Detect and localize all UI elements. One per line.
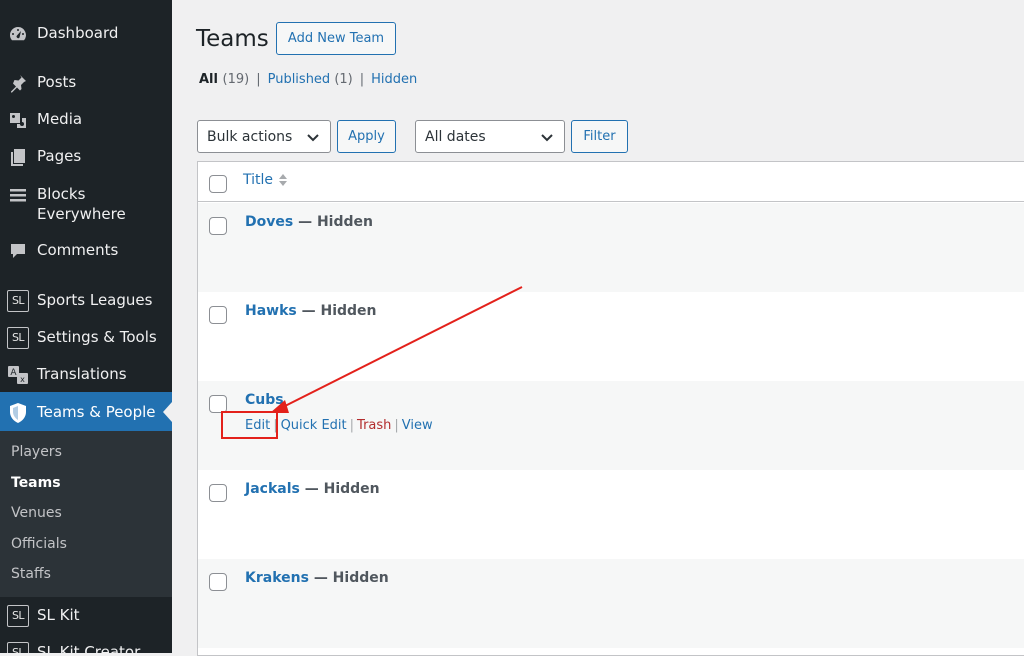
row-title: Doves — Hidden <box>245 214 373 230</box>
dashboard-icon <box>7 23 29 45</box>
row-checkbox[interactable] <box>209 306 227 324</box>
chevron-down-icon <box>306 130 320 148</box>
pages-icon <box>7 146 29 168</box>
bulk-actions-select[interactable]: Bulk actions <box>197 120 331 153</box>
post-state: — Hidden <box>304 481 380 497</box>
table-row: Cubs Edit | Quick Edit | Trash | View <box>198 381 1024 470</box>
menu-label: SL Kit Creator <box>37 643 141 653</box>
row-actions: Edit | Quick Edit | Trash | View <box>245 418 433 433</box>
pushpin-icon <box>7 72 29 94</box>
dates-select[interactable]: All dates <box>415 120 565 153</box>
row-title: Hawks — Hidden <box>245 303 377 319</box>
post-state: — Hidden <box>298 214 373 230</box>
submenu-officials[interactable]: Officials <box>11 536 67 552</box>
row-checkbox[interactable] <box>209 573 227 591</box>
shield-icon <box>7 402 29 424</box>
table-row: Krakens — Hidden <box>198 559 1024 648</box>
menu-lines-icon <box>7 184 29 206</box>
submenu-teams[interactable]: Teams <box>11 475 61 491</box>
add-new-team-button[interactable]: Add New Team <box>276 22 396 55</box>
admin-sidebar: Dashboard Posts Media Pages Blocks Every… <box>0 0 172 653</box>
team-link[interactable]: Jackals <box>245 481 300 497</box>
menu-label: Comments <box>37 241 119 259</box>
sl-icon: SL <box>7 642 29 653</box>
teams-people-submenu: Players Teams Venues Officials Staffs <box>0 431 172 597</box>
sl-icon: SL <box>7 327 29 349</box>
menu-media[interactable]: Media <box>0 109 172 131</box>
view-filters: All (19) | Published (1) | Hidden <box>199 72 417 87</box>
submenu-venues[interactable]: Venues <box>11 505 62 521</box>
bulk-actions-value: Bulk actions <box>207 128 293 145</box>
translate-icon: Ax <box>7 364 29 386</box>
post-state: — Hidden <box>301 303 377 319</box>
menu-label: SL Kit <box>37 606 80 624</box>
quick-edit-link[interactable]: Quick Edit <box>281 418 347 433</box>
svg-text:x: x <box>20 375 25 384</box>
view-link[interactable]: View <box>402 418 433 433</box>
select-all-checkbox[interactable] <box>209 175 227 193</box>
post-state: — Hidden <box>313 570 389 586</box>
trash-link[interactable]: Trash <box>357 418 391 433</box>
view-all[interactable]: All (19) <box>199 72 249 87</box>
svg-text:A: A <box>10 368 17 378</box>
row-title: Krakens — Hidden <box>245 570 389 586</box>
menu-dashboard[interactable]: Dashboard <box>0 23 172 45</box>
menu-comments[interactable]: Comments <box>0 240 172 262</box>
table-header: Title <box>198 162 1024 202</box>
menu-label: Translations <box>37 365 127 383</box>
main-content: Teams Add New Team All (19) | Published … <box>172 0 1024 656</box>
menu-teams-people[interactable]: Teams & People <box>0 392 172 431</box>
dates-value: All dates <box>425 128 486 145</box>
edit-link[interactable]: Edit <box>245 418 270 433</box>
menu-settings-tools[interactable]: SL Settings & Tools <box>0 327 172 349</box>
team-link[interactable]: Doves <box>245 214 293 230</box>
table-row: Hawks — Hidden <box>198 292 1024 381</box>
chevron-down-icon <box>540 130 554 148</box>
row-checkbox[interactable] <box>209 484 227 502</box>
view-hidden[interactable]: Hidden <box>371 72 417 87</box>
menu-label: Settings & Tools <box>37 328 157 346</box>
menu-label: Pages <box>37 147 82 165</box>
row-checkbox[interactable] <box>209 395 227 413</box>
page-title: Teams <box>196 26 269 52</box>
menu-label: Blocks Everywhere <box>37 185 126 223</box>
menu-label: Dashboard <box>37 24 119 42</box>
team-link[interactable]: Cubs <box>245 392 284 408</box>
teams-table: Title Doves — Hidden Hawks — Hidden Cubs <box>197 161 1024 656</box>
apply-button[interactable]: Apply <box>337 120 396 153</box>
separator: | <box>256 72 261 87</box>
menu-label: Posts <box>37 73 77 91</box>
menu-label: Teams & People <box>37 403 156 421</box>
menu-sports-leagues[interactable]: SL Sports Leagues <box>0 290 172 312</box>
comment-icon <box>7 240 29 262</box>
menu-translations[interactable]: Ax Translations <box>0 364 172 386</box>
menu-label: Media <box>37 110 83 128</box>
column-title-label: Title <box>243 172 274 188</box>
menu-sl-kit[interactable]: SL SL Kit <box>0 605 172 627</box>
table-row: Doves — Hidden <box>198 203 1024 292</box>
media-icon <box>7 109 29 131</box>
view-published[interactable]: Published (1) <box>268 72 353 87</box>
menu-posts[interactable]: Posts <box>0 72 172 94</box>
submenu-staffs[interactable]: Staffs <box>11 566 51 582</box>
separator: | <box>359 72 365 87</box>
submenu-players[interactable]: Players <box>11 444 62 460</box>
team-link[interactable]: Hawks <box>245 303 297 319</box>
menu-blocks-everywhere[interactable]: Blocks Everywhere <box>0 184 172 226</box>
menu-label: Sports Leagues <box>37 291 153 309</box>
menu-sl-kit-creator[interactable]: SL SL Kit Creator <box>0 642 172 653</box>
table-row: Jackals — Hidden <box>198 470 1024 559</box>
menu-pages[interactable]: Pages <box>0 146 172 168</box>
sl-icon: SL <box>7 605 29 627</box>
filter-button[interactable]: Filter <box>571 120 628 153</box>
sl-icon: SL <box>7 290 29 312</box>
team-link[interactable]: Krakens <box>245 570 309 586</box>
title-column-sort[interactable]: Title <box>243 172 288 188</box>
row-title: Cubs <box>245 392 284 408</box>
row-title: Jackals — Hidden <box>245 481 380 497</box>
sort-icon <box>279 174 288 186</box>
row-checkbox[interactable] <box>209 217 227 235</box>
